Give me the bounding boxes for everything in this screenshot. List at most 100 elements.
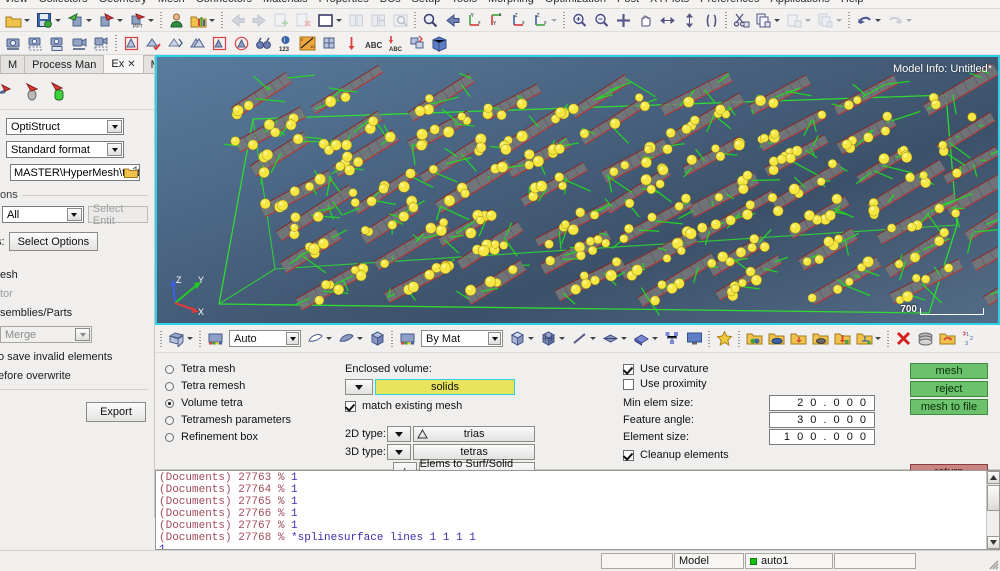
zx-plane-view-icon[interactable]: Zx bbox=[508, 10, 528, 30]
undo-arc-dropdown-icon[interactable] bbox=[875, 18, 881, 22]
menu-item-help[interactable]: Help bbox=[841, 0, 864, 5]
previous-view-icon[interactable] bbox=[442, 10, 462, 30]
rename-icon[interactable] bbox=[937, 329, 957, 349]
color-mode-icon[interactable] bbox=[397, 329, 417, 349]
menu-item-tools[interactable]: Tools bbox=[451, 0, 477, 5]
import-collector-icon[interactable] bbox=[832, 329, 852, 349]
translate-icon[interactable] bbox=[407, 33, 427, 53]
cut-icon[interactable] bbox=[731, 10, 751, 30]
menu-item-collectors[interactable]: Collectors bbox=[39, 0, 88, 5]
redo-icon[interactable] bbox=[249, 10, 269, 30]
zoom-tool-icon[interactable] bbox=[420, 10, 440, 30]
menu-item-geometry[interactable]: Geometry bbox=[99, 0, 147, 5]
spherical-clipping-icon[interactable] bbox=[231, 33, 251, 53]
mesh-display-icon[interactable] bbox=[166, 329, 186, 349]
panel-tab-mesh-con[interactable]: Mesh Con bbox=[142, 55, 154, 73]
paste-icon[interactable] bbox=[784, 10, 804, 30]
radio-row-tetra-mesh[interactable]: Tetra mesh bbox=[165, 361, 291, 377]
composite-dropdown-icon[interactable] bbox=[559, 337, 565, 340]
mesh-button[interactable]: mesh bbox=[910, 363, 988, 379]
chevron-down-icon[interactable] bbox=[75, 328, 90, 341]
zy-plane-view-icon[interactable]: Zx bbox=[530, 10, 550, 30]
rotate-horizontal-icon[interactable] bbox=[657, 10, 677, 30]
template-combo[interactable]: OptiStruct bbox=[6, 118, 124, 135]
record-video-icon[interactable] bbox=[69, 33, 89, 53]
element-size-input[interactable]: 1 0 0 . 0 0 0 bbox=[769, 428, 875, 445]
node-annotation-icon[interactable]: ABC bbox=[385, 33, 405, 53]
copy-icon[interactable] bbox=[753, 10, 773, 30]
vector-display-icon[interactable] bbox=[600, 329, 620, 349]
line-display-icon[interactable] bbox=[569, 329, 589, 349]
plane-display-icon[interactable] bbox=[631, 329, 651, 349]
solid-display-icon[interactable] bbox=[367, 329, 387, 349]
text-annotation-icon[interactable]: ABC bbox=[363, 33, 383, 53]
close-icon[interactable]: ✕ bbox=[127, 59, 135, 70]
menu-item-morphing[interactable]: Morphing bbox=[488, 0, 534, 5]
display-all-icon[interactable] bbox=[187, 33, 207, 53]
type-2d-selector-button[interactable] bbox=[386, 426, 412, 442]
file-path-input[interactable]: MASTER\HyperMesh\test15.fem bbox=[10, 164, 140, 181]
graphics-viewport[interactable]: 1 of 1 Model Info: Untitled* Z Y X 700 bbox=[155, 55, 1000, 325]
status-field-4[interactable] bbox=[834, 553, 916, 569]
yx-plane-view-icon[interactable]: xY bbox=[486, 10, 506, 30]
single-window-layout-icon[interactable] bbox=[315, 10, 335, 30]
cleanup-elements-checkbox[interactable] bbox=[623, 449, 634, 461]
numbers-icon[interactable]: i 123 bbox=[275, 33, 295, 53]
menu-item-post[interactable]: Post bbox=[617, 0, 639, 5]
element-shrink-icon[interactable] bbox=[507, 329, 527, 349]
line-dropdown-icon[interactable] bbox=[590, 337, 596, 340]
zoom-in-icon[interactable] bbox=[569, 10, 589, 30]
card-editor-icon[interactable] bbox=[915, 329, 935, 349]
type-2d-value[interactable]: trias bbox=[413, 426, 535, 442]
organize-dropdown-icon[interactable] bbox=[875, 337, 881, 340]
mesh-to-file-button[interactable]: mesh to file bbox=[910, 399, 988, 415]
capture-region-icon[interactable] bbox=[25, 33, 45, 53]
radio-button[interactable] bbox=[165, 398, 174, 408]
organize-icon[interactable] bbox=[854, 329, 874, 349]
menu-item-properties[interactable]: Properties bbox=[319, 0, 369, 5]
delete-collector-icon[interactable] bbox=[893, 329, 913, 349]
export-solver-deck-icon[interactable] bbox=[96, 10, 116, 30]
menu-item-applications[interactable]: Applications bbox=[770, 0, 829, 5]
measure-angle-icon[interactable]: 0 10 bbox=[297, 33, 317, 53]
record-region-icon[interactable] bbox=[91, 33, 111, 53]
paste-special-icon[interactable] bbox=[815, 10, 835, 30]
export-ppt-icon[interactable]: PPT bbox=[127, 10, 147, 30]
menu-item-setup[interactable]: Setup bbox=[412, 0, 441, 5]
status-field-collector[interactable]: auto1 bbox=[745, 553, 833, 569]
use-proximity-checkbox[interactable] bbox=[623, 378, 634, 390]
merge-combo[interactable]: Merge bbox=[0, 326, 92, 343]
console-scrollbar[interactable] bbox=[986, 471, 999, 549]
capture-window-icon[interactable] bbox=[47, 33, 67, 53]
renumber-icon[interactable]: 123 bbox=[959, 329, 979, 349]
model-browser-icon[interactable] bbox=[188, 10, 208, 30]
surface-dropdown-icon[interactable] bbox=[326, 337, 332, 340]
pan-icon[interactable] bbox=[635, 10, 655, 30]
type-3d-selector-button[interactable] bbox=[386, 444, 412, 460]
status-field-model[interactable]: Model bbox=[674, 553, 744, 569]
command-console[interactable]: (Documents) 27763 % 1 (Documents) 27764 %… bbox=[155, 470, 1000, 550]
chevron-down-icon[interactable] bbox=[286, 332, 299, 345]
model-browser-dropdown-icon[interactable] bbox=[209, 18, 215, 22]
three-window-layout-icon[interactable] bbox=[368, 10, 388, 30]
entity-scope-combo[interactable]: All bbox=[2, 206, 84, 223]
normals-icon[interactable] bbox=[341, 33, 361, 53]
plane-dropdown-icon[interactable] bbox=[652, 337, 658, 340]
select-options-button[interactable]: Select Options bbox=[8, 232, 99, 251]
chevron-down-icon[interactable] bbox=[66, 208, 82, 221]
user-profile-icon[interactable] bbox=[166, 10, 186, 30]
panel-tab-ex[interactable]: Ex ✕ bbox=[103, 55, 144, 73]
export-geometry-icon[interactable] bbox=[0, 77, 20, 107]
menu-item-bcs[interactable]: BCs bbox=[380, 0, 401, 5]
mesh-display-dropdown-icon[interactable] bbox=[187, 337, 193, 340]
composite-display-icon[interactable] bbox=[538, 329, 558, 349]
rotate-free-icon[interactable] bbox=[701, 10, 721, 30]
view-dropdown-icon[interactable] bbox=[551, 18, 557, 22]
surface-display-icon[interactable] bbox=[305, 329, 325, 349]
add-page-icon[interactable] bbox=[271, 10, 291, 30]
panel-tab-m[interactable]: M bbox=[0, 55, 26, 73]
zoom-out-icon[interactable] bbox=[591, 10, 611, 30]
isolate-icon[interactable] bbox=[209, 33, 229, 53]
rotate-vertical-icon[interactable] bbox=[679, 10, 699, 30]
redo-arc-dropdown-icon[interactable] bbox=[906, 18, 912, 22]
